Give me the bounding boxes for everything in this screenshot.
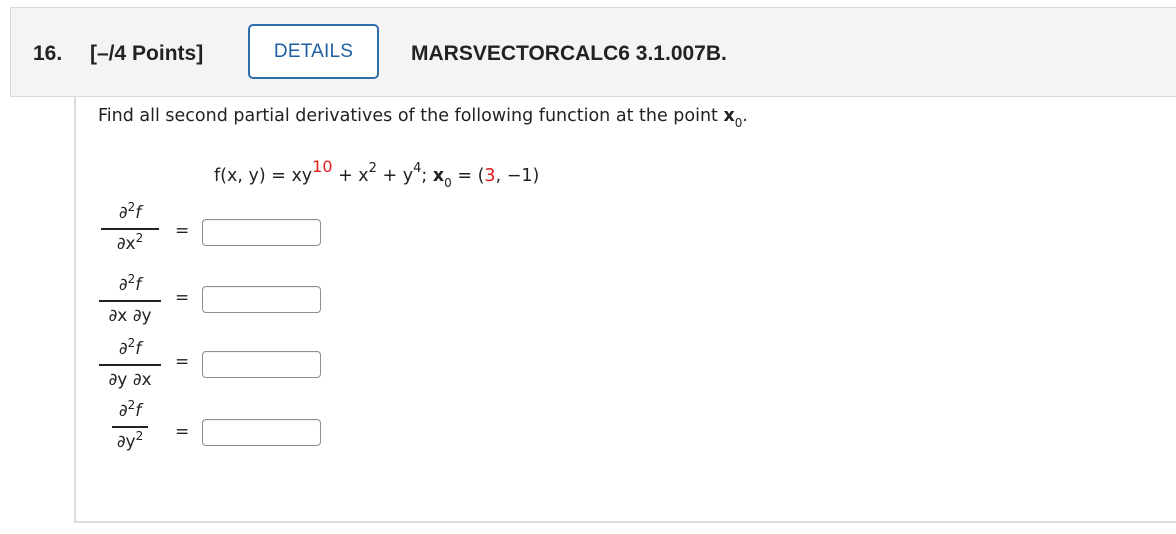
equals-sign: =: [175, 352, 190, 372]
fraction-bar: [101, 228, 159, 230]
denominator: ∂x ∂y: [108, 305, 152, 326]
partial-symbol: ∂: [118, 401, 128, 421]
partial-symbol: ∂: [118, 275, 128, 295]
fraction-bar: [99, 364, 161, 366]
exponent: 2: [127, 336, 136, 350]
formula-point-x-red: 3: [484, 166, 496, 186]
formula-exponent: 2: [368, 161, 377, 176]
exponent: 2: [127, 398, 136, 412]
function-symbol: f: [135, 339, 142, 359]
function-symbol: f: [135, 203, 142, 223]
question-id: MARSVECTORCALC6 3.1.007B.: [411, 42, 727, 65]
prompt-point-subscript: 0: [734, 116, 743, 130]
exponent: 2: [127, 200, 136, 214]
question-header: 16. [–/4 Points] DETAILS MARSVECTORCALC6…: [10, 7, 1176, 97]
answer-input-fyy[interactable]: [202, 419, 321, 446]
equals-sign: =: [175, 288, 190, 308]
function-formula: f(x, y) = xy10 + x2 + y4; x0 = (3, −1): [214, 157, 540, 190]
answer-input-fxy[interactable]: [202, 286, 321, 313]
equals-sign: =: [175, 422, 190, 442]
formula-part: ;: [421, 166, 433, 186]
exponent: 2: [135, 230, 144, 245]
prompt-text: Find all second partial derivatives of t…: [98, 106, 724, 126]
partial-symbol: ∂: [118, 339, 128, 359]
exponent: 2: [127, 272, 136, 286]
question-number: 16.: [33, 42, 63, 65]
formula-point-subscript: 0: [444, 176, 452, 190]
formula-exponent: 4: [413, 161, 422, 176]
formula-part: + x: [332, 166, 369, 186]
formula-exponent-red: 10: [312, 157, 333, 176]
derivative-fxx-fraction: ∂2f ∂x2: [95, 200, 165, 256]
denominator: ∂y ∂x: [108, 369, 152, 390]
fraction-bar: [99, 300, 161, 302]
prompt-point-symbol: x: [723, 106, 735, 126]
formula-part: , −1): [495, 166, 540, 186]
details-button[interactable]: DETAILS: [248, 24, 379, 79]
fraction-bar: [112, 426, 148, 428]
function-symbol: f: [135, 401, 142, 421]
formula-lhs: f(x, y) = xy: [214, 166, 313, 186]
derivative-fyy-fraction: ∂2f ∂y2: [95, 398, 165, 454]
denominator: ∂x: [116, 233, 136, 254]
exponent: 2: [135, 428, 144, 443]
derivative-fyx-fraction: ∂2f ∂y ∂x: [95, 336, 165, 391]
question-points: [–/4 Points]: [90, 42, 204, 65]
formula-part: = (: [451, 166, 485, 186]
function-symbol: f: [135, 275, 142, 295]
prompt-end: .: [742, 106, 748, 126]
partial-symbol: ∂: [118, 203, 128, 223]
denominator: ∂y: [116, 431, 136, 452]
answer-input-fxx[interactable]: [202, 219, 321, 246]
formula-part: + y: [376, 166, 414, 186]
question-prompt: Find all second partial derivatives of t…: [98, 106, 748, 130]
equals-sign: =: [175, 221, 190, 241]
formula-point-symbol: x: [432, 166, 445, 186]
derivative-fxy-fraction: ∂2f ∂x ∂y: [95, 272, 165, 327]
answer-input-fyx[interactable]: [202, 351, 321, 378]
